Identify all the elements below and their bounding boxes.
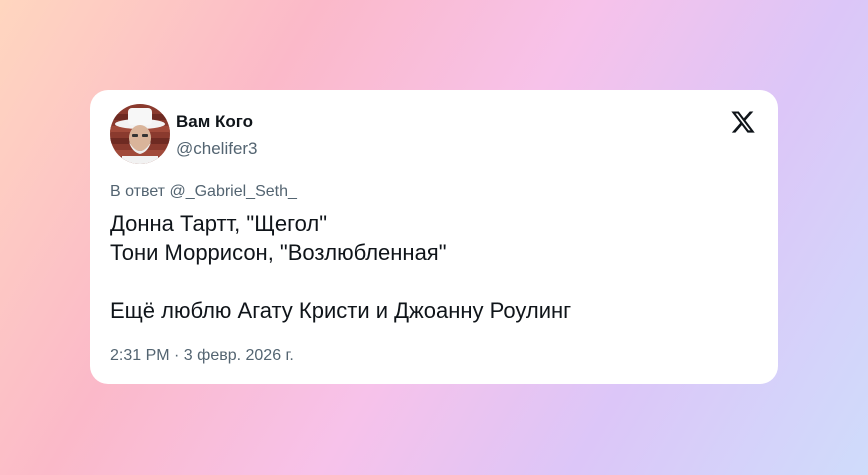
- x-logo-icon[interactable]: [730, 109, 756, 135]
- display-name[interactable]: Вам Кого: [176, 112, 253, 132]
- avatar[interactable]: [110, 104, 170, 164]
- tweet-text: Донна Тартт, "Щегол" Тони Моррисон, "Воз…: [110, 209, 571, 325]
- tweet-timestamp[interactable]: 2:31 PM · 3 февр. 2026 г.: [110, 347, 294, 365]
- tweet-text-line: Донна Тартт, "Щегол": [110, 211, 328, 236]
- tweet-text-line: Ещё люблю Агату Кристи и Джоанну Роулинг: [110, 298, 572, 323]
- avatar-image: [110, 104, 170, 164]
- tweet-card: Вам Кого @chelifer3 В ответ @_Gabriel_Se…: [90, 90, 778, 384]
- user-handle[interactable]: @chelifer3: [176, 139, 258, 159]
- reply-to-label[interactable]: В ответ @_Gabriel_Seth_: [110, 183, 297, 201]
- tweet-text-line: Тони Моррисон, "Возлюбленная": [110, 240, 447, 265]
